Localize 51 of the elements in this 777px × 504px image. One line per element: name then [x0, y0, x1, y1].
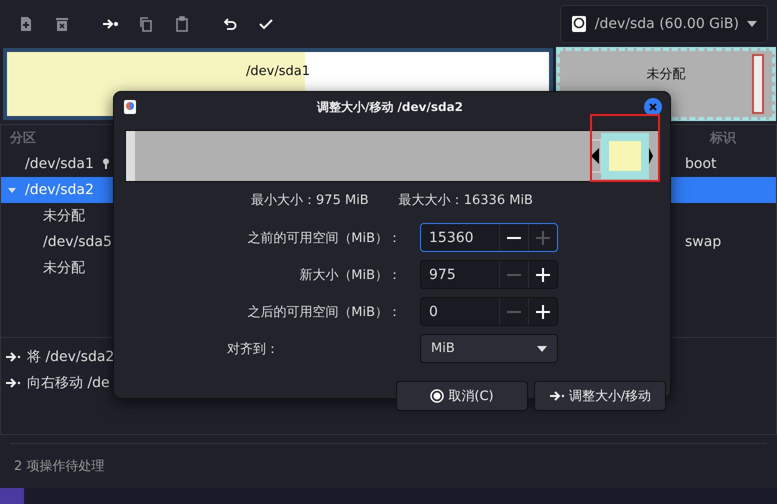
partition-label: /dev/sda1	[246, 64, 310, 79]
partition-name: 未分配	[43, 207, 85, 225]
operation-text: 向右移动 /de	[27, 374, 110, 392]
operation-text: 将 /dev/sda2	[27, 348, 114, 366]
highlight-frame	[590, 114, 660, 182]
status-text: 2 项操作待处理	[14, 458, 104, 475]
max-size-text: 最大大小：16336 MiB	[398, 192, 533, 209]
arrow-icon	[5, 351, 21, 363]
min-size-text: 最小大小：975 MiB	[251, 192, 369, 209]
undo-button[interactable]	[222, 16, 238, 32]
clipboard-icon	[174, 16, 190, 32]
spin-field[interactable]: 15360	[420, 223, 558, 252]
unallocated-label: 未分配	[646, 66, 686, 83]
copy-icon	[138, 16, 154, 32]
minus-icon	[507, 310, 521, 312]
expander-icon[interactable]	[7, 185, 17, 195]
minus-icon	[507, 236, 521, 238]
new-document-icon	[18, 16, 34, 32]
spin-field[interactable]: 0	[420, 297, 558, 326]
close-icon	[649, 103, 657, 111]
graph-edge-bar	[126, 131, 135, 181]
device-selector[interactable]: /dev/sda (60.00 GiB)	[560, 5, 768, 43]
plus-icon	[536, 304, 550, 318]
flag-text: boot	[685, 156, 717, 172]
caret-icon	[537, 346, 547, 352]
cancel-icon	[430, 389, 444, 403]
delete-icon	[54, 16, 70, 32]
field-label: 新大小（MiB）：	[298, 266, 401, 284]
app-icon	[124, 100, 136, 114]
resize-button[interactable]: 调整大小/移动	[534, 381, 666, 411]
field-label: 对齐到：	[226, 340, 280, 358]
field-label: 之后的可用空间（MiB）：	[246, 304, 401, 320]
undo-icon	[222, 16, 238, 32]
align-dropdown[interactable]: MiB	[420, 334, 558, 363]
minus-icon	[507, 274, 521, 276]
spin-field[interactable]: 975	[420, 260, 558, 289]
close-button[interactable]	[644, 98, 662, 116]
arrow-icon	[5, 377, 21, 389]
field-label: 之前的可用空间（MiB）：	[246, 230, 401, 246]
partition-name: /dev/sda1	[25, 156, 94, 172]
caret-icon	[747, 21, 757, 27]
partition-name: /dev/sda2	[25, 182, 94, 198]
plus-icon	[536, 230, 550, 244]
plus-icon	[536, 268, 550, 282]
partition-handle-drawing[interactable]	[591, 133, 653, 179]
partition-graph[interactable]	[125, 130, 659, 182]
cancel-button[interactable]: 取消(C)	[396, 381, 528, 411]
dialog-title: 调整大小/移动 /dev/sda2	[316, 98, 464, 116]
partition-row[interactable]: /dev/sda1 boot	[1, 151, 776, 177]
swap-partition-bar	[752, 54, 764, 114]
arrow-icon	[548, 390, 565, 402]
